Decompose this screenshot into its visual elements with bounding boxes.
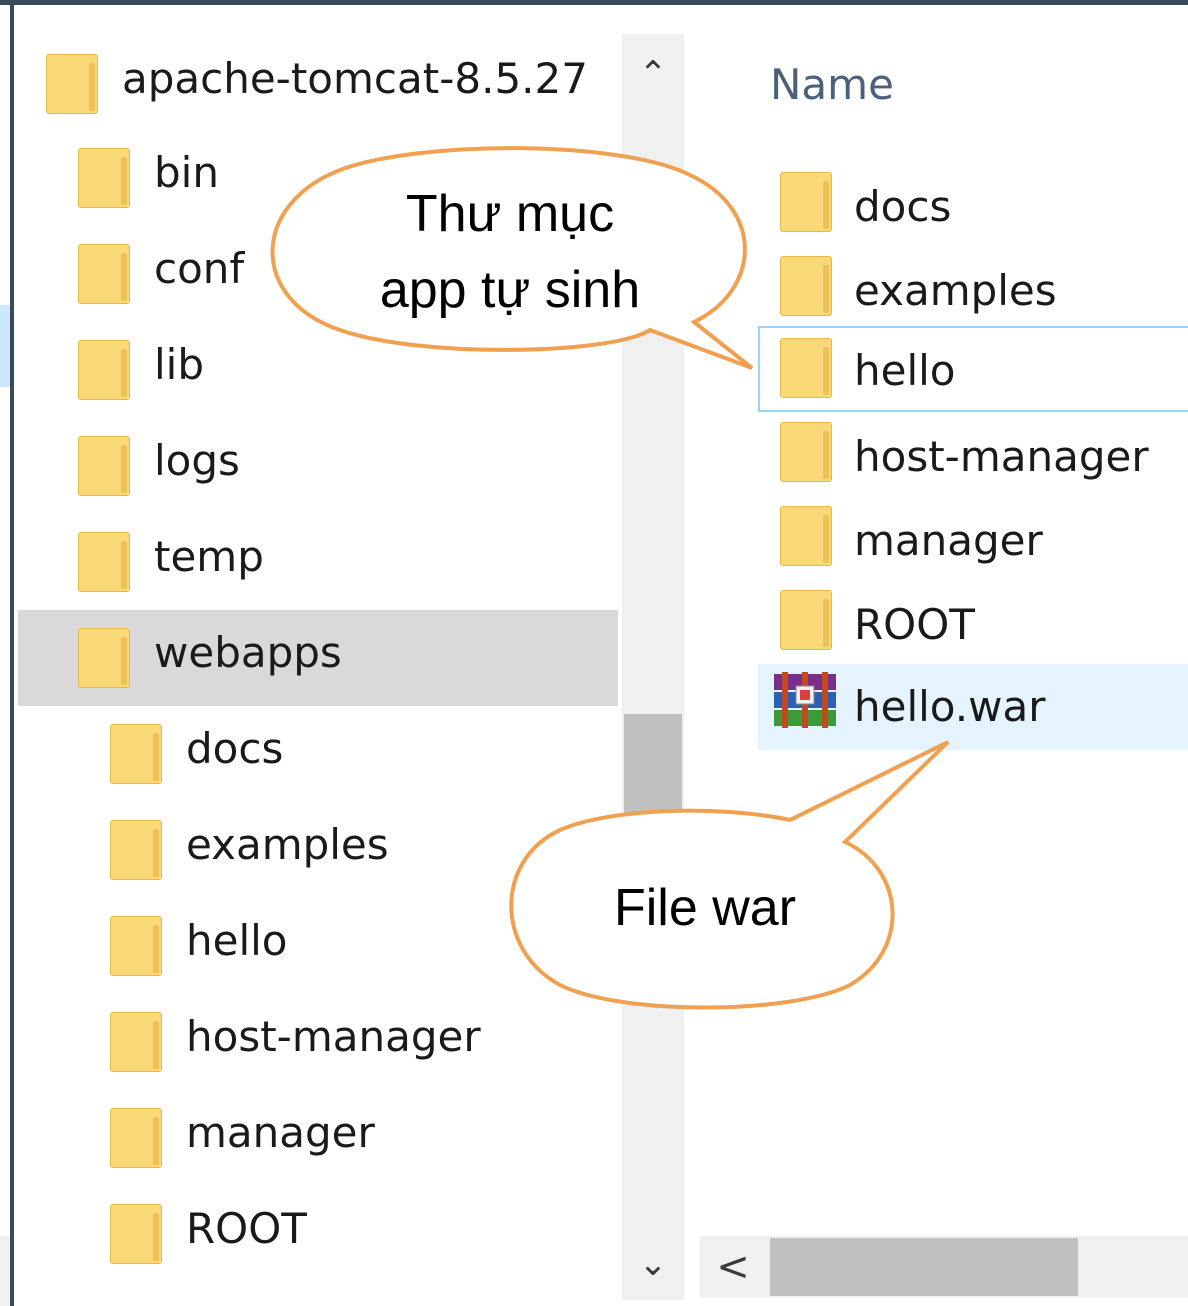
- folder-icon: [78, 340, 130, 400]
- tree-item-webapps[interactable]: webapps: [18, 610, 618, 706]
- tree-item-root-folder[interactable]: ROOT: [18, 1186, 618, 1282]
- tree-item-root[interactable]: apache-tomcat-8.5.27: [18, 34, 618, 130]
- tree-item-label: examples: [186, 820, 389, 869]
- scrollbar-thumb[interactable]: [770, 1238, 1078, 1296]
- left-bottom-stub: [0, 1236, 10, 1306]
- left-selection-stub: [0, 305, 10, 387]
- folder-icon: [780, 338, 832, 398]
- tree-item-label: logs: [154, 436, 240, 485]
- tree-item-examples[interactable]: examples: [18, 802, 618, 898]
- folder-icon: [110, 820, 162, 880]
- tree-item-label: apache-tomcat-8.5.27: [122, 54, 588, 103]
- folder-icon: [780, 590, 832, 650]
- file-row-examples[interactable]: examples: [758, 252, 1188, 332]
- scroll-left-arrow-icon[interactable]: <: [708, 1236, 758, 1298]
- file-row-hello[interactable]: hello: [758, 326, 1188, 412]
- scroll-up-arrow-icon[interactable]: ⌃: [622, 44, 684, 104]
- scrollbar-thumb[interactable]: [624, 714, 682, 814]
- tree-item-logs[interactable]: logs: [18, 418, 618, 514]
- window-frame-top: [0, 0, 1188, 5]
- tree-item-label: temp: [154, 532, 264, 581]
- tree-item-label: manager: [186, 1108, 375, 1157]
- file-row-host-manager[interactable]: host-manager: [758, 418, 1188, 498]
- file-row-root[interactable]: ROOT: [758, 586, 1188, 666]
- tree-item-label: conf: [154, 244, 245, 293]
- tree-item-hello[interactable]: hello: [18, 898, 618, 994]
- tree-item-manager[interactable]: manager: [18, 1090, 618, 1186]
- file-name: host-manager: [854, 432, 1149, 481]
- file-name: examples: [854, 266, 1057, 315]
- callout-line-2: app tự sinh: [379, 261, 641, 319]
- folder-icon: [78, 244, 130, 304]
- folder-icon: [110, 916, 162, 976]
- tree-item-label: docs: [186, 724, 284, 773]
- file-name: hello: [854, 346, 956, 395]
- file-name: docs: [854, 182, 952, 231]
- scroll-down-arrow-icon[interactable]: ⌄: [622, 1234, 684, 1294]
- window-frame-left: [10, 0, 14, 1306]
- folder-icon: [78, 628, 130, 688]
- tree-item-label: webapps: [154, 628, 342, 677]
- column-header-name[interactable]: Name: [770, 60, 894, 109]
- folder-icon: [780, 256, 832, 316]
- callout-line-1: Thư mục: [405, 185, 615, 243]
- tree-item-label: bin: [154, 148, 219, 197]
- file-row-manager[interactable]: manager: [758, 502, 1188, 582]
- folder-icon: [78, 532, 130, 592]
- tree-item-label: lib: [154, 340, 204, 389]
- folder-icon: [110, 1204, 162, 1264]
- folder-icon: [780, 422, 832, 482]
- tree-item-lib[interactable]: lib: [18, 322, 618, 418]
- folder-icon: [78, 436, 130, 496]
- folder-icon: [110, 724, 162, 784]
- file-row-hello-war[interactable]: hello.war: [758, 664, 1188, 750]
- file-list-pane: Name docs examples hello host-manager ma…: [700, 34, 1188, 1306]
- folder-icon: [780, 506, 832, 566]
- callout-text-war-file: File war: [613, 879, 797, 937]
- winrar-archive-icon: [774, 672, 836, 728]
- file-name: ROOT: [854, 600, 975, 649]
- callout-text-app-folder: Thư mục app tự sinh: [340, 176, 680, 328]
- file-name: hello.war: [854, 682, 1046, 731]
- tree-item-host-manager[interactable]: host-manager: [18, 994, 618, 1090]
- file-list-horizontal-scrollbar[interactable]: <: [700, 1236, 1188, 1298]
- tree-item-label: ROOT: [186, 1204, 307, 1253]
- tree-item-docs[interactable]: docs: [18, 706, 618, 802]
- folder-icon: [78, 148, 130, 208]
- tree-item-temp[interactable]: temp: [18, 514, 618, 610]
- folder-icon: [110, 1012, 162, 1072]
- tree-item-label: hello: [186, 916, 288, 965]
- folder-icon: [110, 1108, 162, 1168]
- folder-icon: [780, 172, 832, 232]
- tree-item-label: host-manager: [186, 1012, 481, 1061]
- file-name: manager: [854, 516, 1043, 565]
- file-row-docs[interactable]: docs: [758, 168, 1188, 248]
- folder-icon: [46, 54, 98, 114]
